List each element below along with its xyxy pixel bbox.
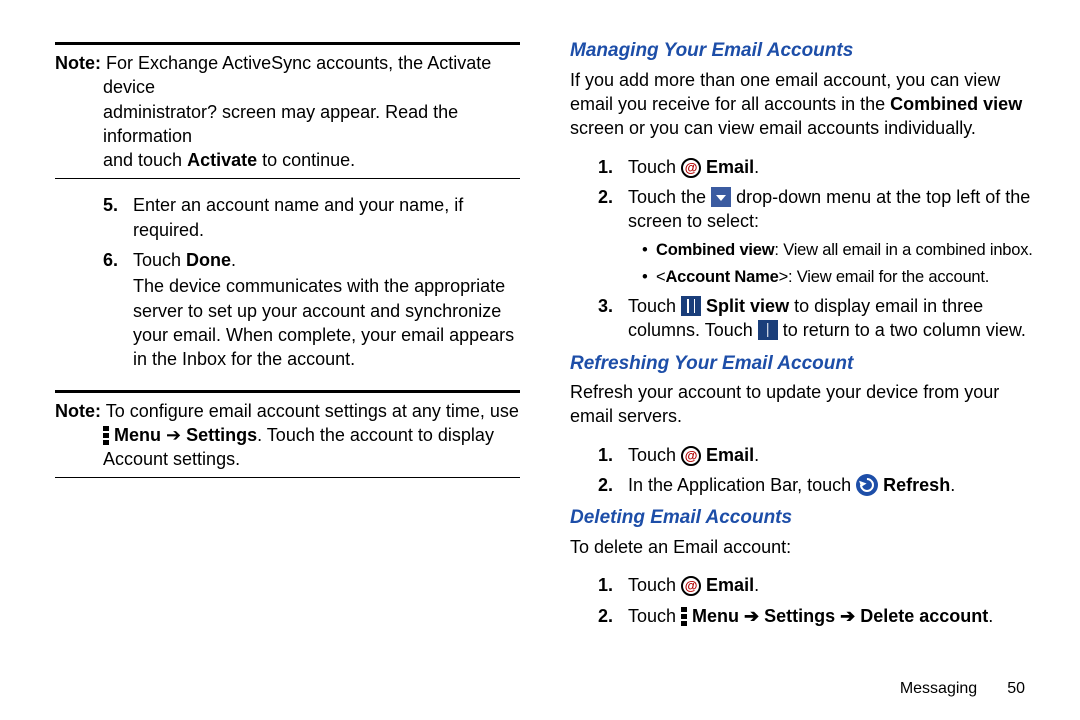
- menu-word: Menu: [114, 425, 161, 445]
- setup-steps: 5. Enter an account name and your name, …: [55, 193, 520, 371]
- manual-page: Note: For Exchange ActiveSync accounts, …: [0, 0, 1080, 720]
- settings-word: Settings: [186, 425, 257, 445]
- email-app-icon: [681, 158, 701, 178]
- email-app-icon: [681, 446, 701, 466]
- step-1: 1. Touch Email.: [598, 443, 1035, 467]
- email-word: Email: [701, 445, 754, 465]
- split-view-icon: [681, 296, 701, 316]
- footer-section: Messaging: [900, 680, 977, 697]
- note-line: administrator? screen may appear. Read t…: [55, 100, 520, 149]
- heading-deleting: Deleting Email Accounts: [570, 505, 1035, 531]
- refresh-word: Refresh: [878, 475, 950, 495]
- note-line: Account settings.: [55, 447, 520, 471]
- two-column-icon: [758, 320, 778, 340]
- view-options: Combined view: View all email in a combi…: [628, 239, 1035, 288]
- menu-icon: [681, 606, 687, 626]
- paragraph: Refresh your account to update your devi…: [570, 380, 1035, 429]
- step-1: 1. Touch Email.: [598, 155, 1035, 179]
- note-text: To configure email account settings at a…: [106, 401, 519, 421]
- note-label: Note:: [55, 401, 101, 421]
- note-line: and touch Activate to continue.: [55, 148, 520, 172]
- note-configure: Note: To configure email account setting…: [55, 399, 520, 423]
- paragraph: To delete an Email account:: [570, 535, 1035, 559]
- option-combined: Combined view: View all email in a combi…: [642, 239, 1035, 261]
- step-number: 1.: [598, 155, 613, 179]
- step-number: 2.: [598, 185, 613, 209]
- menu-icon: [103, 425, 109, 445]
- divider: [55, 42, 520, 45]
- step-6: 6. Touch Done. The device communicates w…: [103, 248, 520, 371]
- step-number: 5.: [103, 193, 118, 217]
- right-column: Managing Your Email Accounts If you add …: [545, 38, 1035, 700]
- refresh-steps: 1. Touch Email. 2. In the Application Ba…: [570, 443, 1035, 498]
- step-number: 6.: [103, 248, 118, 272]
- divider: [55, 178, 520, 179]
- refresh-icon: [856, 474, 878, 496]
- note-text: For Exchange ActiveSync accounts, the Ac…: [103, 53, 491, 97]
- step-number: 1.: [598, 573, 613, 597]
- note-activesync: Note: For Exchange ActiveSync accounts, …: [55, 51, 520, 100]
- paragraph: If you add more than one email account, …: [570, 68, 1035, 141]
- footer-page-number: 50: [1007, 680, 1025, 697]
- dropdown-icon: [711, 187, 731, 207]
- step-text: Touch Done.: [133, 250, 236, 270]
- menu-path: Menu ➔ Settings ➔ Delete account: [687, 606, 988, 626]
- email-app-icon: [681, 576, 701, 596]
- page-footer: Messaging 50: [900, 678, 1025, 700]
- email-word: Email: [701, 575, 754, 595]
- divider: [55, 390, 520, 393]
- step-number: 3.: [598, 294, 613, 318]
- step-5: 5. Enter an account name and your name, …: [103, 193, 520, 242]
- step-3: 3. Touch Split view to display email in …: [598, 294, 1035, 343]
- heading-managing: Managing Your Email Accounts: [570, 38, 1035, 64]
- step-2: 2. Touch Menu ➔ Settings ➔ Delete accoun…: [598, 604, 1035, 628]
- step-number: 1.: [598, 443, 613, 467]
- split-view-word: Split view: [701, 296, 789, 316]
- activate-word: Activate: [187, 150, 257, 170]
- divider: [55, 477, 520, 478]
- left-column: Note: For Exchange ActiveSync accounts, …: [55, 38, 545, 700]
- step-number: 2.: [598, 473, 613, 497]
- option-account: <Account Name>: View email for the accou…: [642, 266, 1035, 288]
- managing-steps: 1. Touch Email. 2. Touch the drop-down m…: [570, 155, 1035, 343]
- note-line: Menu ➔ Settings. Touch the account to di…: [55, 423, 520, 447]
- step-text: Enter an account name and your name, if …: [133, 195, 463, 239]
- step-description: The device communicates with the appropr…: [133, 274, 520, 371]
- email-word: Email: [701, 157, 754, 177]
- combined-view-word: Combined view: [890, 94, 1022, 114]
- step-2: 2. In the Application Bar, touch Refresh…: [598, 473, 1035, 497]
- step-2: 2. Touch the drop-down menu at the top l…: [598, 185, 1035, 288]
- step-1: 1. Touch Email.: [598, 573, 1035, 597]
- done-word: Done: [186, 250, 231, 270]
- delete-steps: 1. Touch Email. 2. Touch Menu ➔ Settings…: [570, 573, 1035, 628]
- note-label: Note:: [55, 53, 101, 73]
- step-number: 2.: [598, 604, 613, 628]
- heading-refreshing: Refreshing Your Email Account: [570, 351, 1035, 377]
